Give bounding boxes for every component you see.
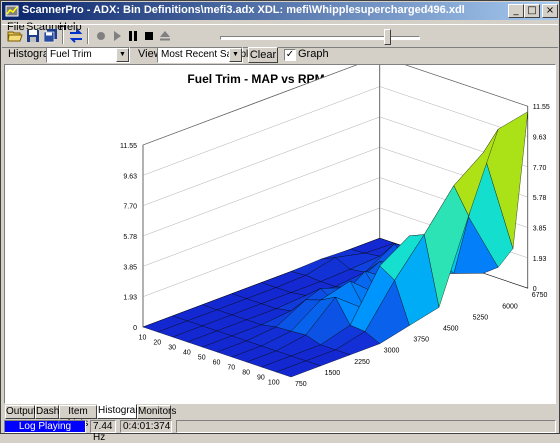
- z-tick-label: 3.85: [533, 226, 547, 233]
- z-tick-label: 11.55: [533, 104, 550, 111]
- save-all-icon[interactable]: [42, 28, 60, 44]
- options-bar: Histogram Fuel Trim ▼ View Most Recent S…: [2, 45, 558, 63]
- x-tick-label: 60: [213, 360, 221, 367]
- y-tick-label: 6750: [532, 292, 548, 299]
- x-tick-label: 40: [183, 350, 191, 357]
- z-tick-label: 9.63: [123, 173, 137, 180]
- x-tick-label: 100: [268, 380, 280, 387]
- x-tick-label: 70: [227, 365, 235, 372]
- x-tick-label: 80: [242, 370, 250, 377]
- connect-icon[interactable]: [67, 28, 85, 44]
- z-tick-label: 3.85: [123, 264, 137, 271]
- z-tick-label: 7.70: [123, 204, 137, 211]
- tab-histograms[interactable]: Histograms: [97, 404, 149, 419]
- z-tick-label: 1.93: [123, 295, 137, 302]
- toolbar-separator: [87, 28, 89, 44]
- maximize-button[interactable]: □: [524, 4, 540, 18]
- x-tick-label: 30: [168, 345, 176, 352]
- z-tick-label: 5.78: [123, 234, 137, 241]
- minimize-button[interactable]: _: [508, 4, 524, 18]
- eject-icon[interactable]: [156, 28, 174, 44]
- window-title: ScannerPro - ADX: Bin Definitions\mefi3.…: [22, 4, 465, 16]
- status-panel: [176, 420, 556, 433]
- graph-checkbox[interactable]: ✓: [284, 49, 296, 61]
- tab-monitors[interactable]: Monitors: [137, 405, 176, 419]
- open-folder-icon[interactable]: [6, 28, 24, 44]
- y-tick-label: 6000: [502, 303, 518, 310]
- close-button[interactable]: ×: [542, 4, 558, 18]
- histogram-plot: Fuel Trim - MAP vs RPM vs BPW 0 0 1.93 1.93 3…: [4, 64, 556, 404]
- z-tick-label: 7.70: [533, 165, 547, 172]
- histogram-select[interactable]: Fuel Trim ▼: [46, 47, 130, 63]
- x-tick-label: 90: [257, 375, 265, 382]
- chevron-down-icon[interactable]: ▼: [116, 48, 129, 62]
- save-icon[interactable]: [24, 28, 42, 44]
- status-bar: Log Playing 7.44 Hz 0:4:01:374: [2, 420, 558, 443]
- status-time: 0:4:01:374: [120, 420, 172, 433]
- view-select[interactable]: Most Recent Sample ▼: [157, 47, 254, 63]
- z-tick-label: 5.78: [533, 195, 547, 202]
- status-state: Log Playing: [4, 420, 86, 433]
- y-tick-label: 1500: [325, 370, 341, 377]
- clear-button[interactable]: Clear: [248, 47, 278, 63]
- y-tick-label: 2250: [354, 359, 370, 366]
- surface-chart: Fuel Trim - MAP vs RPM vs BPW001.931.933…: [120, 65, 550, 388]
- z-tick-label: 9.63: [533, 135, 547, 142]
- y-tick-label: 4500: [443, 326, 459, 333]
- x-tick-label: 50: [198, 355, 206, 362]
- playback-slider-thumb[interactable]: [384, 29, 392, 45]
- app-icon: [5, 5, 19, 17]
- x-tick-label: 10: [139, 335, 147, 342]
- chevron-down-icon[interactable]: ▼: [229, 48, 242, 62]
- title-bar[interactable]: ScannerPro - ADX: Bin Definitions\mefi3.…: [2, 2, 558, 20]
- status-rate: 7.44 Hz: [90, 420, 116, 443]
- z-tick-label: 0: [133, 325, 137, 332]
- tab-dash[interactable]: Dash: [35, 405, 59, 419]
- toolbar-separator: [62, 28, 64, 44]
- z-tick-label: 1.93: [533, 256, 547, 263]
- tab-item-lists[interactable]: Item Lists: [59, 405, 97, 429]
- tab-output[interactable]: Output: [5, 405, 36, 419]
- y-tick-label: 3750: [413, 337, 429, 344]
- y-tick-label: 3000: [384, 348, 400, 355]
- y-tick-label: 5250: [473, 314, 489, 321]
- x-tick-label: 20: [153, 340, 161, 347]
- graph-label: Graph: [298, 48, 329, 60]
- app-window: ScannerPro - ADX: Bin Definitions\mefi3.…: [0, 0, 560, 443]
- z-tick-label: 11.55: [120, 143, 137, 150]
- bottom-tabs: Output Dash Item Lists Histograms Monito…: [2, 404, 558, 429]
- y-tick-label: 750: [295, 381, 307, 388]
